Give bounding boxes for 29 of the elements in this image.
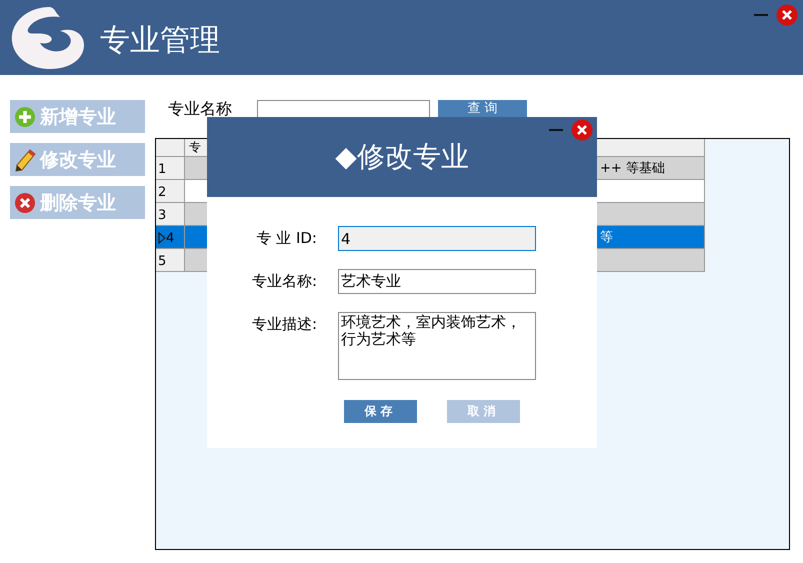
row-number: 4 <box>166 231 174 246</box>
close-icon[interactable] <box>776 4 798 26</box>
delete-icon <box>14 192 36 214</box>
pencil-icon <box>14 148 36 172</box>
row-header[interactable]: 1 <box>156 157 185 180</box>
logo-icon <box>10 4 86 70</box>
description-field[interactable]: 环境艺术，室内装饰艺术，行为艺术等 <box>338 312 536 380</box>
row-number: 3 <box>158 208 166 223</box>
corner-cell <box>156 139 185 157</box>
search-label: 专业名称 <box>168 100 233 117</box>
dialog-button[interactable]: 保存 <box>344 400 417 423</box>
row-header[interactable]: 4 <box>156 226 185 249</box>
field-label: 专业名称: <box>250 271 317 291</box>
row-number: 1 <box>158 162 166 177</box>
current-row-icon <box>158 232 166 244</box>
plus-icon <box>14 106 36 128</box>
row-header[interactable]: 5 <box>156 249 185 272</box>
input-field[interactable]: 4 <box>338 226 536 251</box>
close-icon[interactable] <box>571 119 593 141</box>
row-number: 5 <box>158 254 166 269</box>
minimize-icon[interactable] <box>754 14 768 16</box>
input-field[interactable]: 艺术专业 <box>338 269 536 294</box>
field-label: 专 业 ID: <box>255 228 317 248</box>
row-number: 2 <box>158 185 166 200</box>
app-title: 专业管理 <box>100 22 220 60</box>
row-header[interactable]: 3 <box>156 203 185 226</box>
field-label: 专业描述: <box>250 314 317 334</box>
minimize-icon[interactable] <box>549 128 563 132</box>
row-header[interactable]: 2 <box>156 180 185 203</box>
